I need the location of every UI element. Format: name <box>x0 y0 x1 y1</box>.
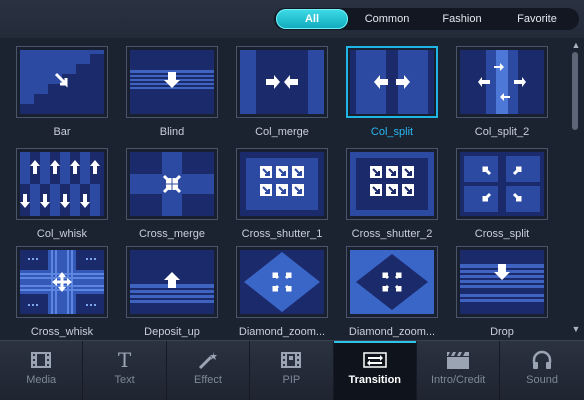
cross-split-transition-icon <box>456 148 548 220</box>
nav-media[interactable]: Media <box>0 341 84 400</box>
filter-bar: All Common Fashion Favorite <box>0 0 584 38</box>
bottom-navigation: Media T Text Effect PIP Transition Intro… <box>0 340 584 400</box>
transition-tile-diamond-zoom-in[interactable]: Diamond_zoom... <box>236 246 328 338</box>
filter-tab-favorite[interactable]: Favorite <box>498 9 576 29</box>
deposit-up-transition-icon <box>126 246 218 318</box>
transition-label: Col_merge <box>255 126 309 138</box>
transition-tile-cross-whisk[interactable]: Cross_whisk <box>16 246 108 338</box>
col-split-2-transition-icon <box>456 46 548 118</box>
nav-label: Intro/Credit <box>430 374 486 386</box>
nav-label: Transition <box>348 374 402 386</box>
transition-label: Cross_split <box>474 228 530 240</box>
cross-shutter-1-transition-icon <box>236 148 328 220</box>
transition-icon <box>363 349 387 371</box>
headphones-icon <box>531 349 553 371</box>
transition-tile-col-split-2[interactable]: Col_split_2 <box>456 46 548 138</box>
transition-label: Drop <box>490 326 514 338</box>
transition-label: Deposit_up <box>144 326 200 338</box>
transition-label: Cross_merge <box>138 228 206 240</box>
filter-tab-all[interactable]: All <box>276 9 348 29</box>
transition-tile-col-whisk[interactable]: Col_whisk <box>16 148 108 240</box>
transition-tile-drop[interactable]: Drop <box>456 246 548 338</box>
nav-label: PIP <box>282 374 301 386</box>
transition-label: Cross_shutter_1 <box>241 228 323 240</box>
filter-tabs: All Common Fashion Favorite <box>274 8 579 30</box>
col-merge-transition-icon <box>236 46 328 118</box>
text-icon: T <box>117 348 132 372</box>
transition-label: Col_split <box>370 126 414 138</box>
transition-tile-col-split[interactable]: Col_split <box>346 46 438 138</box>
transition-label: Col_whisk <box>36 228 88 240</box>
magic-wand-icon <box>197 349 219 371</box>
blind-transition-icon <box>126 46 218 118</box>
nav-sound[interactable]: Sound <box>500 341 583 400</box>
filter-tab-common[interactable]: Common <box>348 9 426 29</box>
transition-label: Diamond_zoom... <box>348 326 436 338</box>
diamond-zoom-in-transition-icon <box>236 246 328 318</box>
transition-label: Cross_shutter_2 <box>351 228 433 240</box>
nav-transition[interactable]: Transition <box>333 341 417 400</box>
cross-whisk-transition-icon <box>16 246 108 318</box>
nav-text[interactable]: T Text <box>83 341 167 400</box>
transition-tile-cross-shutter-2[interactable]: Cross_shutter_2 <box>346 148 438 240</box>
transition-tile-deposit-up[interactable]: Deposit_up <box>126 246 218 338</box>
transition-tile-bar[interactable]: Bar <box>16 46 108 138</box>
bar-transition-icon <box>16 46 108 118</box>
cross-shutter-2-transition-icon <box>346 148 438 220</box>
transition-grid: Bar Blind Col_merge Col_split Col_split_… <box>0 38 568 338</box>
nav-effect[interactable]: Effect <box>167 341 251 400</box>
transition-tile-col-merge[interactable]: Col_merge <box>236 46 328 138</box>
col-split-transition-icon <box>346 46 438 118</box>
nav-label: Text <box>114 374 135 386</box>
drop-transition-icon <box>456 246 548 318</box>
scroll-down-arrow-icon[interactable]: ▼ <box>570 324 582 334</box>
col-whisk-transition-icon <box>16 148 108 220</box>
film-icon <box>30 349 52 371</box>
transition-label: Blind <box>159 126 185 138</box>
transition-label: Col_split_2 <box>474 126 530 138</box>
transition-tile-cross-split[interactable]: Cross_split <box>456 148 548 240</box>
transition-label: Cross_whisk <box>30 326 94 338</box>
transition-tile-blind[interactable]: Blind <box>126 46 218 138</box>
transition-tile-diamond-zoom-out[interactable]: Diamond_zoom... <box>346 246 438 338</box>
scrollbar-thumb[interactable] <box>572 52 578 130</box>
diamond-zoom-out-transition-icon <box>346 246 438 318</box>
nav-label: Sound <box>526 374 558 386</box>
nav-label: Media <box>26 374 57 386</box>
grid-scrollbar[interactable]: ▲ ▼ <box>568 38 584 338</box>
transition-label: Bar <box>53 126 71 138</box>
scroll-up-arrow-icon[interactable]: ▲ <box>570 40 582 50</box>
transition-tile-cross-shutter-1[interactable]: Cross_shutter_1 <box>236 148 328 240</box>
pip-film-icon <box>280 349 302 371</box>
cross-merge-transition-icon <box>126 148 218 220</box>
nav-pip[interactable]: PIP <box>250 341 334 400</box>
clapperboard-icon <box>446 349 470 371</box>
nav-intro-credit[interactable]: Intro/Credit <box>417 341 501 400</box>
filter-tab-fashion[interactable]: Fashion <box>426 9 498 29</box>
transition-label: Diamond_zoom... <box>238 326 326 338</box>
nav-label: Effect <box>194 374 222 386</box>
transition-tile-cross-merge[interactable]: Cross_merge <box>126 148 218 240</box>
